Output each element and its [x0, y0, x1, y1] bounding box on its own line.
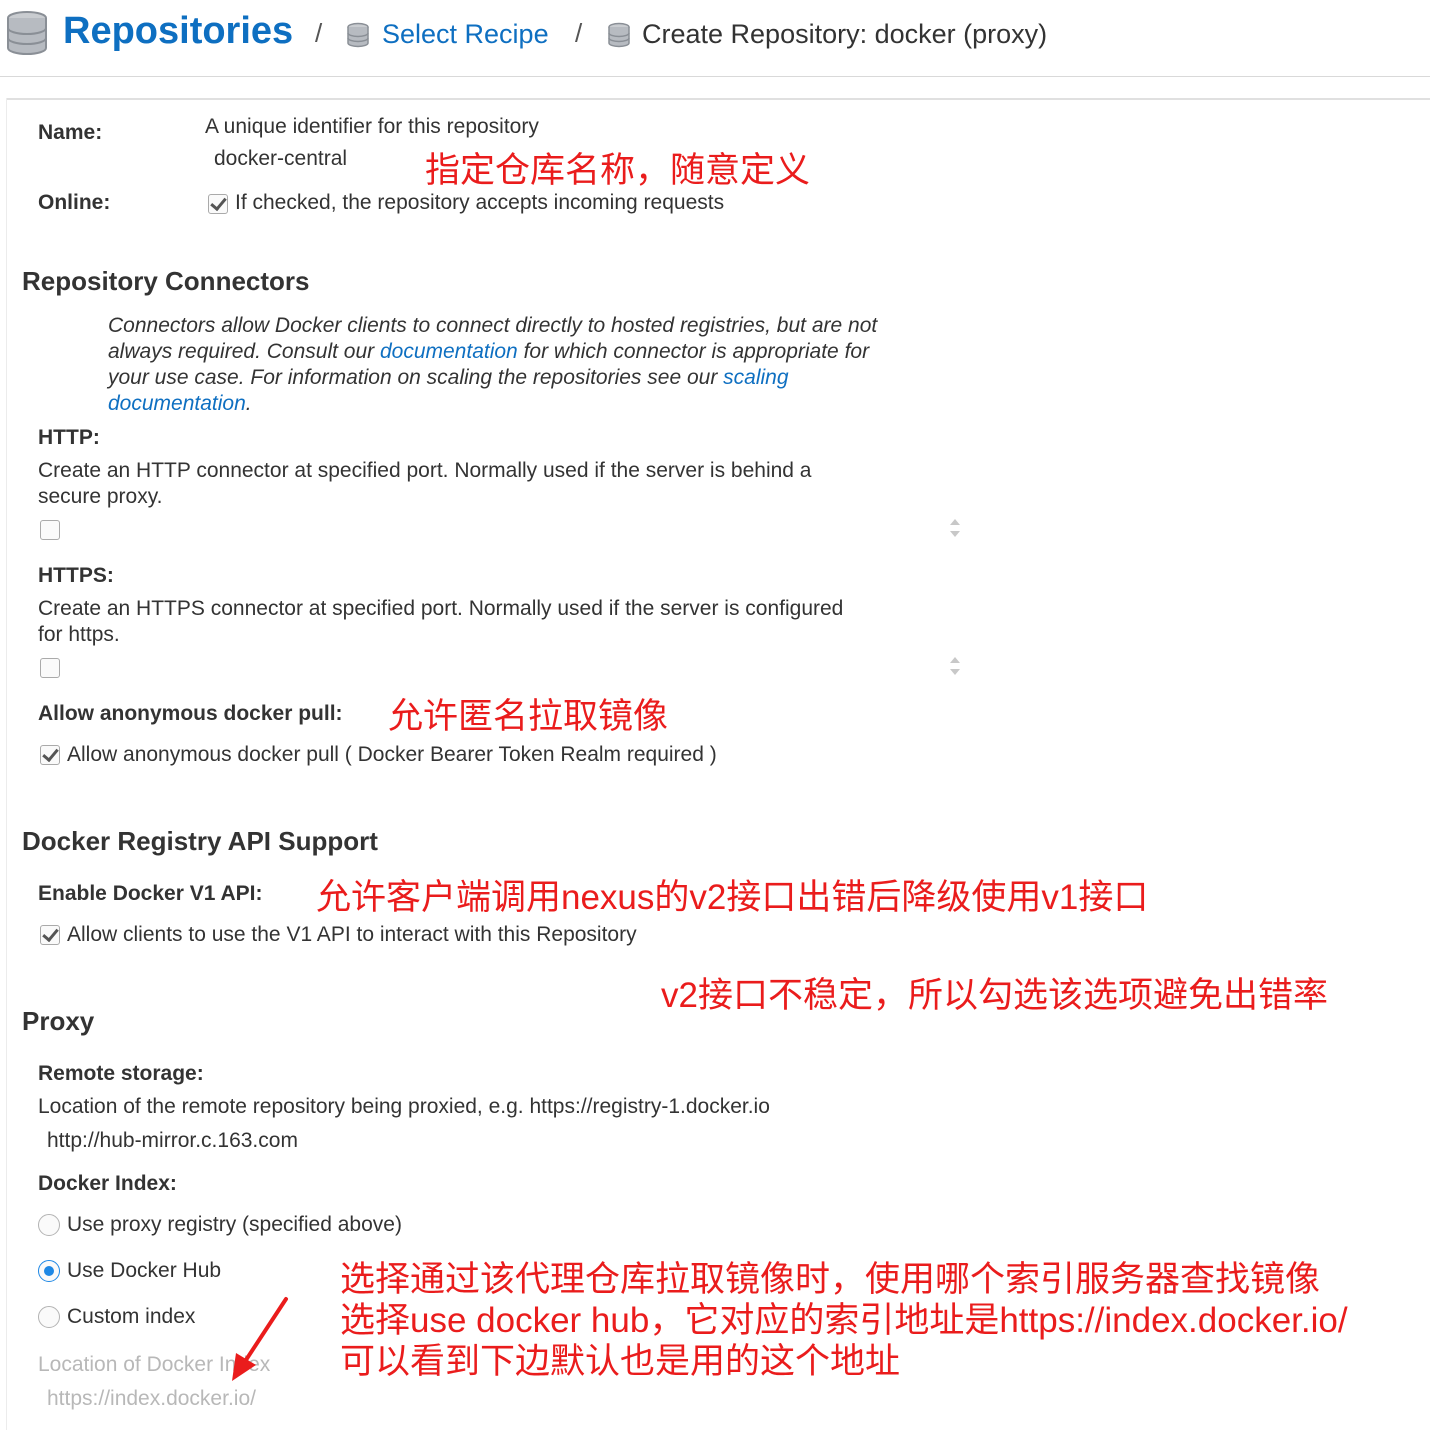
breadcrumb-separator: / — [575, 18, 583, 48]
https-help: Create an HTTPS connector at specified p… — [38, 597, 844, 620]
panel-border — [6, 98, 7, 1430]
v1-api-checkbox[interactable] — [40, 925, 60, 945]
remote-storage-help: Location of the remote repository being … — [38, 1095, 770, 1118]
database-icon — [7, 11, 47, 55]
api-support-heading: Docker Registry API Support — [22, 826, 378, 856]
index-option-custom-radio[interactable] — [38, 1306, 60, 1328]
breadcrumb-separator: / — [315, 18, 323, 48]
https-label: HTTPS: — [38, 564, 114, 587]
docker-index-label: Docker Index: — [38, 1172, 177, 1195]
http-label: HTTP: — [38, 426, 100, 449]
remote-storage-field[interactable]: http://hub-mirror.c.163.com — [47, 1129, 298, 1153]
breadcrumb-current-page: Create Repository: docker (proxy) — [642, 19, 1048, 49]
online-checkbox[interactable] — [208, 194, 228, 214]
name-help: A unique identifier for this repository — [205, 115, 539, 138]
index-option-proxy-radio[interactable] — [38, 1214, 60, 1236]
annotation-v2-unstable: v2接口不稳定，所以勾选该选项避免出错率 — [661, 976, 1328, 1015]
online-help: If checked, the repository accepts incom… — [235, 191, 725, 214]
anonymous-pull-checkbox[interactable] — [40, 745, 60, 765]
port-stepper-icon[interactable] — [948, 654, 962, 678]
annotation-index-line3: 可以看到下边默认也是用的这个地址 — [340, 1342, 901, 1381]
panel-border — [6, 98, 1430, 100]
index-option-docker-hub-label[interactable]: Use Docker Hub — [67, 1259, 221, 1283]
breadcrumb-repositories-link[interactable]: Repositories — [63, 10, 293, 53]
v1-api-help: Allow clients to use the V1 API to inter… — [67, 923, 637, 946]
breadcrumb-select-recipe-link[interactable]: Select Recipe — [382, 19, 549, 50]
index-option-custom-label[interactable]: Custom index — [67, 1305, 195, 1329]
http-checkbox[interactable] — [40, 520, 60, 540]
http-help: secure proxy. — [38, 485, 163, 508]
documentation-link[interactable]: documentation — [380, 340, 518, 363]
breadcrumb: Repositories / Select Recipe / Create Re… — [0, 0, 1430, 77]
https-help: for https. — [38, 623, 120, 646]
anonymous-pull-label: Allow anonymous docker pull: — [38, 702, 343, 725]
index-option-proxy-label[interactable]: Use proxy registry (specified above) — [67, 1213, 402, 1237]
docker-index-location-field: https://index.docker.io/ — [47, 1387, 256, 1410]
v1-api-label: Enable Docker V1 API: — [38, 882, 263, 905]
annotation-arrow-icon — [232, 1297, 288, 1381]
connectors-heading: Repository Connectors — [22, 266, 310, 296]
https-checkbox[interactable] — [40, 658, 60, 678]
annotation-name: 指定仓库名称，随意定义 — [425, 151, 811, 190]
annotation-v1: 允许客户端调用nexus的v2接口出错后降级使用v1接口 — [316, 878, 1149, 917]
database-icon — [347, 22, 369, 48]
remote-storage-label: Remote storage: — [38, 1062, 204, 1085]
proxy-heading: Proxy — [22, 1006, 95, 1036]
annotation-anonymous: 允许匿名拉取镜像 — [388, 697, 669, 736]
name-field[interactable]: docker-central — [214, 147, 347, 171]
name-label: Name: — [38, 121, 103, 144]
index-option-docker-hub-radio[interactable] — [38, 1260, 60, 1282]
database-icon — [608, 22, 630, 48]
port-stepper-icon[interactable] — [948, 516, 962, 540]
http-help: Create an HTTP connector at specified po… — [38, 459, 812, 482]
connectors-intro: Connectors allow Docker clients to conne… — [108, 314, 878, 415]
online-label: Online: — [38, 191, 111, 214]
anonymous-pull-help: Allow anonymous docker pull ( Docker Bea… — [67, 743, 717, 766]
